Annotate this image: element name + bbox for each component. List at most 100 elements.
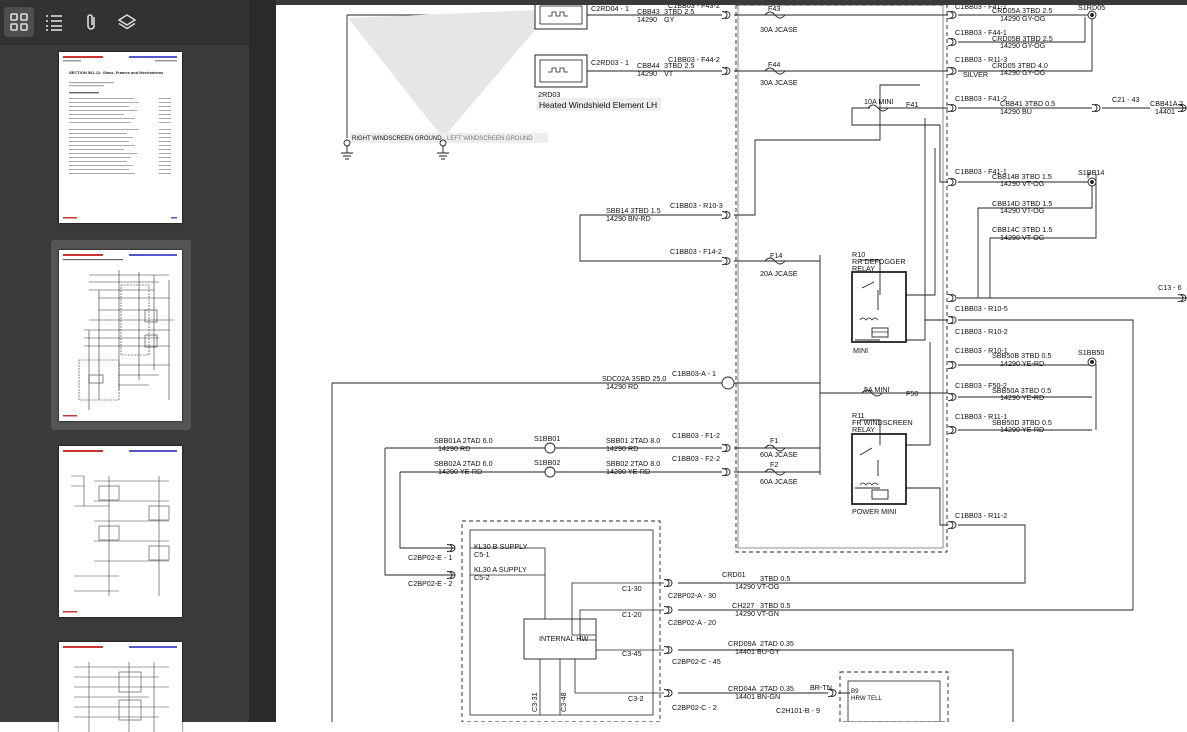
lbl-f1: F1	[770, 436, 778, 445]
lbl-c2bp02c45: C2BP02-C - 45	[672, 657, 721, 666]
lbl-crd05-sub: 14290 GY-OG	[1000, 68, 1046, 77]
sidebar-toolbar	[0, 0, 249, 45]
lbl-f50: F50	[906, 389, 918, 398]
lbl-r11-n2: RELAY	[852, 425, 875, 434]
lbl-sbb50d-sub: 14290 YE-RD	[1000, 425, 1044, 434]
lbl-f14: F14	[770, 251, 782, 260]
lbl-f14-type: 20A JCASE	[760, 269, 798, 278]
lbl-f43: F43	[768, 4, 780, 13]
lbl-c2rd04: C2RD04 - 1	[591, 4, 629, 13]
lbl-crd01: CRD01	[722, 570, 746, 579]
attachments-view-button[interactable]	[76, 7, 106, 37]
sidebar-splitter[interactable]	[249, 0, 276, 722]
lbl-sbb01a-sub: 14290 RD	[438, 444, 470, 453]
lbl-power-mini: POWER MINI	[852, 507, 896, 516]
lbl-c21: C21 - 43	[1112, 95, 1140, 104]
outline-view-button[interactable]	[39, 7, 69, 37]
heated-element-rh	[534, 1, 588, 30]
attachments-icon	[87, 14, 95, 30]
thumbnails-icon	[10, 13, 28, 31]
page-3-preview	[59, 446, 182, 617]
thumbnails-view-button[interactable]	[4, 7, 34, 37]
lbl-cbb41a-sub: 14401	[1155, 107, 1175, 116]
splices	[544, 10, 1097, 478]
lbl-r11-2: C1BB03 - R11-2	[955, 511, 1007, 520]
viewer-top-edge	[276, 0, 1187, 5]
lbl-c2bp02a20: C2BP02-A - 20	[668, 618, 716, 627]
page-thumbnail-2[interactable]	[51, 240, 191, 430]
lbl-sbb50a-sub: 14290 YE-RD	[1000, 393, 1044, 402]
page-1-preview: SECTION 501-11: Glass, Frames and Mechan…	[59, 52, 182, 223]
wiring-diagram: C2RD04 - 1 CBB43 3TBD 2.5 14290 GY C1BB0…	[331, 1, 1187, 722]
lbl-f2-type: 60A JCASE	[760, 477, 798, 486]
overlay-shade	[348, 10, 535, 138]
heated-element-lh	[534, 54, 588, 88]
lbl-silver: SILVER	[963, 70, 988, 79]
lbl-r10-n2: RELAY	[852, 264, 875, 273]
lbl-f44-conn: C1BB03 - F44-2	[668, 55, 720, 64]
lbl-crd05a-sub: 14290 GY-OG	[1000, 14, 1046, 23]
page-1-heading: SECTION 501-11: Glass, Frames and Mechan…	[69, 70, 164, 75]
lbl-c1-20: C1-20	[622, 610, 642, 619]
lbl-element-lh: Heated Windshield Element LH	[539, 100, 657, 110]
lbl-c2h101b: C2H101-B - 9	[776, 706, 820, 715]
lbl-f1-type: 60A JCASE	[760, 450, 798, 459]
lbl-c2bp02e1: C2BP02-E - 1	[408, 553, 452, 562]
layers-icon	[117, 14, 137, 30]
lbl-cbb14b-sub: 14290 VT-OG	[1000, 179, 1045, 188]
thumbnail-sidebar: SECTION 501-11: Glass, Frames and Mechan…	[0, 0, 249, 732]
lbl-brtn: BR-TN	[810, 683, 832, 692]
lbl-cbb43-code: 14290	[637, 15, 657, 24]
lbl-ch227-sub: 14290 VT-GN	[735, 609, 779, 618]
page-thumbnail-3[interactable]	[51, 440, 191, 625]
lbl-s1bb50: S1BB50	[1078, 348, 1104, 357]
lbl-cbb44-code: 14290	[637, 69, 657, 78]
lbl-f1-2: C1BB03 - F1-2	[672, 431, 720, 440]
lbl-10a-mini: 10A MINI	[864, 97, 894, 106]
lbl-c3-45: C3-45	[622, 649, 642, 658]
lbl-f44-type: 30A JCASE	[760, 78, 798, 87]
lbl-c2rd03: C2RD03 - 1	[591, 58, 629, 67]
lbl-f43-type: 30A JCASE	[760, 25, 798, 34]
document-viewer[interactable]: C2RD04 - 1 CBB43 3TBD 2.5 14290 GY C1BB0…	[276, 0, 1187, 722]
relay-r10	[851, 271, 907, 343]
page-thumbnail-1[interactable]: SECTION 501-11: Glass, Frames and Mechan…	[51, 45, 191, 230]
lbl-c3-48: C3-48	[559, 692, 568, 712]
lbl-sbb02a-sub: 14290 YE-RD	[438, 467, 482, 476]
lbl-crd01-sub: 14290 VT-OG	[735, 582, 780, 591]
lbl-gnd-left: LEFT WINDSCREEN GROUND	[447, 136, 533, 142]
connectors	[446, 11, 1187, 697]
lbl-gnd-right: RIGHT WINDSCREEN GROUND	[352, 136, 442, 142]
lbl-s1bb01: S1BB01	[534, 434, 560, 443]
lbl-sbb02-sub: 14290 YE-RD	[606, 467, 650, 476]
lbl-5a-mini: 5A MINI	[864, 385, 890, 394]
lbl-cbb41-sub: 14290 BU	[1000, 107, 1032, 116]
lbl-crd09a-sub: 14401 BU-GY	[735, 647, 780, 656]
lbl-crd04a-sub: 14401 BN-GN	[735, 692, 780, 701]
page-4-preview	[59, 642, 182, 732]
lbl-cbb44-col: VT	[664, 69, 674, 78]
lbl-f41: F41	[906, 100, 918, 109]
lbl-f2: F2	[770, 460, 778, 469]
lbl-c3-31: C3-31	[530, 692, 539, 712]
lbl-c5-2: C5-2	[474, 573, 490, 582]
outline-icon	[46, 15, 62, 31]
lbl-s1bb14: S1BB14	[1078, 168, 1104, 177]
lbl-c2bp02e2: C2BP02-E - 2	[408, 579, 452, 588]
lbl-sbb50b-sub: 14290 YE-RD	[1000, 359, 1044, 368]
page-thumbnail-4[interactable]	[51, 636, 191, 732]
relay-r11	[851, 433, 907, 505]
lbl-cbb14c-sub: 14290 VT-OG	[1000, 233, 1045, 242]
lbl-crd05b-sub: 14290 GY-OG	[1000, 41, 1046, 50]
lbl-cbb14d-sub: 14290 VT-OG	[1000, 206, 1045, 215]
page-2-preview	[59, 250, 182, 421]
lbl-s1bb02: S1BB02	[534, 458, 560, 467]
lbl-sdc02a-sub: 14290 RD	[606, 382, 638, 391]
lbl-sbb01-sub: 14290 RD	[606, 444, 638, 453]
lbl-r10-3: C1BB03 - R10-3	[670, 201, 723, 210]
lbl-f2-2: C1BB03 - F2-2	[672, 454, 720, 463]
lbl-sbb14-sub: 14290 BN-RD	[606, 214, 651, 223]
lbl-hrw-tell: HRW TELL	[851, 695, 883, 702]
layers-view-button[interactable]	[112, 7, 142, 37]
lbl-c2bp02a30: C2BP02-A - 30	[668, 591, 716, 600]
